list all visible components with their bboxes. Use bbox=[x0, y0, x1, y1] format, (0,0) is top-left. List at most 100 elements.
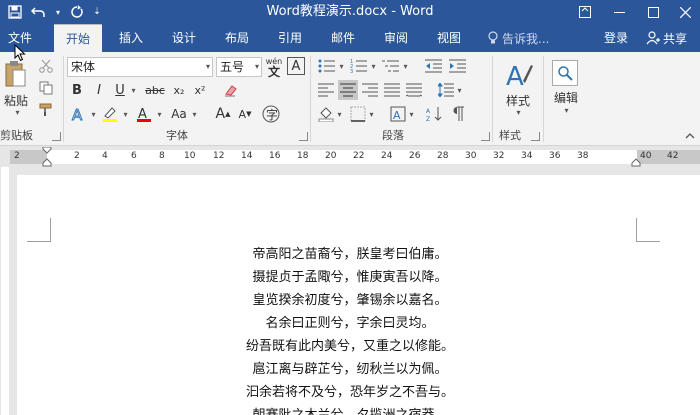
grow-font-button[interactable]: A ▲ bbox=[214, 104, 232, 124]
sort-icon[interactable]: AZ bbox=[424, 104, 444, 124]
highlight-icon[interactable] bbox=[99, 104, 121, 124]
align-right-icon[interactable] bbox=[360, 80, 380, 100]
clear-formatting-icon[interactable] bbox=[222, 81, 240, 99]
strikethrough-button[interactable]: abc bbox=[143, 81, 167, 99]
group-separator bbox=[543, 56, 544, 142]
increase-indent-icon[interactable] bbox=[448, 57, 468, 75]
shading-icon[interactable] bbox=[316, 104, 336, 124]
styles-gallery-icon[interactable]: A bbox=[502, 58, 534, 92]
align-center-icon[interactable] bbox=[338, 80, 358, 100]
collapse-ribbon-icon[interactable] bbox=[684, 128, 696, 142]
chevron-down-icon[interactable]: ▾ bbox=[456, 80, 462, 100]
superscript-button[interactable]: x² bbox=[191, 81, 209, 99]
ruler-tick: 20 bbox=[325, 151, 337, 161]
show-marks-icon[interactable] bbox=[448, 104, 468, 124]
find-icon[interactable] bbox=[552, 60, 578, 86]
mouse-cursor-icon bbox=[14, 44, 26, 62]
share-button[interactable]: 共享 bbox=[646, 24, 687, 52]
ruler-tick: 6 bbox=[131, 151, 137, 161]
chevron-down-icon[interactable]: ▾ bbox=[514, 107, 522, 117]
svg-text:A: A bbox=[426, 108, 431, 115]
ruler-tick: 38 bbox=[577, 151, 589, 161]
tab-home[interactable]: 开始 bbox=[54, 24, 102, 52]
distributed-icon[interactable] bbox=[404, 80, 424, 100]
maximize-icon[interactable] bbox=[636, 0, 670, 24]
tab-mailings[interactable]: 邮件 bbox=[320, 24, 366, 52]
bold-button[interactable]: B bbox=[69, 81, 85, 99]
character-border-button[interactable]: A bbox=[287, 57, 305, 75]
editing-label[interactable]: 编辑 bbox=[548, 89, 584, 105]
chevron-down-icon[interactable]: ▾ bbox=[338, 57, 344, 75]
multilevel-list-icon[interactable] bbox=[380, 57, 402, 75]
borders-icon[interactable] bbox=[348, 104, 368, 124]
tab-view[interactable]: 视图 bbox=[426, 24, 472, 52]
font-name-combo[interactable]: 宋体 ▾ bbox=[67, 57, 213, 77]
bullets-icon[interactable] bbox=[316, 57, 338, 75]
chevron-down-icon[interactable]: ▾ bbox=[255, 58, 259, 76]
indent-marker-icon[interactable] bbox=[42, 147, 52, 167]
chevron-down-icon[interactable]: ▾ bbox=[562, 105, 570, 115]
align-left-icon[interactable] bbox=[316, 80, 336, 100]
ruler-tick: 4 bbox=[102, 151, 108, 161]
document-line: 纷吾既有此内美兮，又重之以修能。 bbox=[245, 339, 454, 354]
chevron-down-icon[interactable]: ▾ bbox=[155, 104, 163, 124]
chevron-down-icon[interactable]: ▾ bbox=[370, 57, 376, 75]
chinese-layout-icon[interactable]: A bbox=[388, 104, 408, 124]
chevron-down-icon[interactable]: ▾ bbox=[190, 104, 198, 124]
paste-label[interactable]: 粘贴 bbox=[3, 93, 29, 108]
horizontal-ruler[interactable]: 2 2 4 6 8 10 12 14 16 18 20 22 24 26 28 … bbox=[0, 147, 700, 167]
right-indent-marker-icon[interactable] bbox=[631, 147, 641, 167]
ruler-tick: 18 bbox=[297, 151, 309, 161]
styles-group-label: 样式 bbox=[499, 129, 521, 142]
ribbon-display-options-icon[interactable] bbox=[568, 0, 602, 24]
format-painter-icon[interactable] bbox=[38, 102, 54, 118]
close-icon[interactable] bbox=[670, 0, 700, 24]
font-size-combo[interactable]: 五号 ▾ bbox=[216, 57, 262, 77]
tab-design[interactable]: 设计 bbox=[161, 24, 207, 52]
document-line: 皇览揆余初度兮，肇锡余以嘉名。 bbox=[252, 293, 448, 308]
ruler-tick: 14 bbox=[241, 151, 253, 161]
styles-label[interactable]: 样式 bbox=[498, 92, 538, 108]
subscript-button[interactable]: x₂ bbox=[170, 81, 188, 99]
person-icon bbox=[646, 31, 660, 45]
copy-icon[interactable] bbox=[38, 80, 54, 96]
font-launcher-icon[interactable] bbox=[299, 132, 308, 141]
paragraph-launcher-icon[interactable] bbox=[481, 132, 490, 141]
phonetic-guide-button[interactable]: wén 文 bbox=[264, 56, 284, 78]
minimize-icon[interactable] bbox=[602, 0, 636, 24]
cut-icon[interactable] bbox=[38, 58, 54, 74]
svg-text:A: A bbox=[72, 106, 83, 123]
chevron-down-icon[interactable]: ▾ bbox=[336, 104, 342, 124]
font-color-icon[interactable]: A bbox=[133, 104, 155, 124]
italic-button[interactable]: I bbox=[91, 81, 107, 99]
line-spacing-icon[interactable] bbox=[436, 80, 456, 100]
underline-button[interactable]: U bbox=[112, 81, 128, 99]
numbering-icon[interactable]: 123 bbox=[348, 57, 370, 75]
tab-review[interactable]: 审阅 bbox=[373, 24, 419, 52]
tell-me-box[interactable]: 告诉我... bbox=[488, 24, 549, 52]
paste-dropdown-icon[interactable]: ▾ bbox=[13, 107, 21, 117]
tab-references[interactable]: 引用 bbox=[267, 24, 313, 52]
chevron-down-icon[interactable]: ▾ bbox=[402, 57, 408, 75]
chevron-down-icon[interactable]: ▾ bbox=[121, 104, 129, 124]
ruler-tick: 40 bbox=[640, 151, 652, 161]
change-case-button[interactable]: Aa bbox=[168, 104, 190, 124]
document-body[interactable]: 帝高阳之苗裔兮，朕皇考曰伯庸。 摄提贞于孟陬兮，惟庚寅吾以降。 皇览揆余初度兮，… bbox=[0, 243, 700, 415]
title-bar: ▾ ⇣ Word教程演示.docx - Word bbox=[0, 0, 700, 24]
styles-launcher-icon[interactable] bbox=[531, 132, 540, 141]
chevron-down-icon[interactable]: ▾ bbox=[368, 104, 374, 124]
tab-layout[interactable]: 布局 bbox=[214, 24, 260, 52]
clipboard-launcher-icon[interactable] bbox=[52, 132, 61, 141]
justify-icon[interactable] bbox=[382, 80, 402, 100]
chevron-down-icon[interactable]: ▾ bbox=[89, 104, 97, 124]
text-effects-icon[interactable]: A bbox=[68, 104, 90, 124]
decrease-indent-icon[interactable] bbox=[424, 57, 444, 75]
shrink-font-button[interactable]: A ▼ bbox=[236, 104, 254, 124]
enclose-characters-icon[interactable]: 字 bbox=[260, 104, 282, 124]
chevron-down-icon[interactable]: ▾ bbox=[408, 104, 414, 124]
chevron-down-icon[interactable]: ▾ bbox=[206, 58, 210, 76]
underline-dropdown-icon[interactable]: ▾ bbox=[129, 81, 137, 99]
sign-in-link[interactable]: 登录 bbox=[604, 24, 628, 52]
svg-text:Z: Z bbox=[426, 116, 430, 122]
tab-insert[interactable]: 插入 bbox=[108, 24, 154, 52]
